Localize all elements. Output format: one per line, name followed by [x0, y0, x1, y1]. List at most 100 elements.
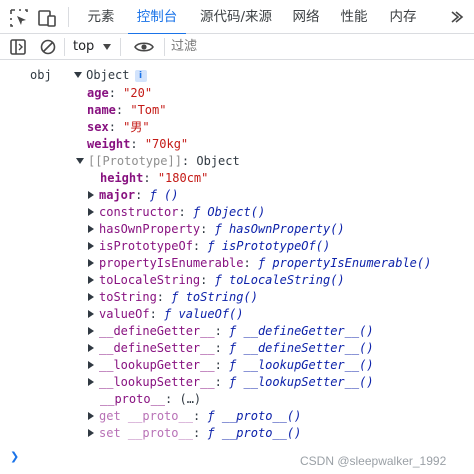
tab-elements[interactable]: 元素: [78, 0, 124, 34]
method-row[interactable]: __defineSetter__: ƒ __defineSetter__(): [88, 340, 374, 357]
property-value: "男": [123, 120, 150, 134]
expand-triangle-icon[interactable]: [88, 190, 94, 199]
tab-console[interactable]: 控制台: [128, 0, 186, 35]
console-output: obj Object i age: "20" name: "Tom" sex: "…: [0, 61, 474, 456]
method-key: __defineGetter__: [99, 324, 215, 338]
expand-triangle-icon[interactable]: [88, 275, 94, 284]
live-expression-eye-icon[interactable]: [133, 37, 155, 57]
expand-triangle-icon[interactable]: [88, 258, 94, 267]
setter-row[interactable]: set __proto__: ƒ __proto__(): [88, 425, 301, 442]
method-row[interactable]: __defineGetter__: ƒ __defineGetter__(): [88, 323, 374, 340]
expand-triangle-icon[interactable]: [88, 326, 94, 335]
method-row[interactable]: major: ƒ (): [88, 187, 178, 204]
expand-triangle-icon[interactable]: [74, 71, 83, 78]
method-value: ƒ __defineSetter__(): [229, 341, 374, 355]
expand-triangle-icon[interactable]: [88, 207, 94, 216]
getter-row[interactable]: get __proto__: ƒ __proto__(): [88, 408, 301, 425]
method-key: constructor: [99, 205, 179, 219]
filter-input[interactable]: [166, 37, 474, 57]
tab-memory[interactable]: 内存: [383, 0, 423, 34]
method-key: valueOf: [99, 307, 150, 321]
method-value: ƒ __lookupSetter__(): [229, 375, 374, 389]
method-row[interactable]: __lookupSetter__: ƒ __lookupSetter__(): [88, 374, 374, 391]
toolbar-divider: [64, 38, 65, 56]
console-object-header[interactable]: obj Object i: [30, 67, 147, 84]
property-value: "70kg": [144, 137, 189, 151]
method-value: ƒ hasOwnProperty(): [214, 222, 345, 236]
expand-triangle-icon[interactable]: [88, 428, 94, 437]
expand-triangle-icon[interactable]: [88, 241, 94, 250]
chevron-down-icon[interactable]: [103, 44, 111, 50]
method-value: ƒ valueOf(): [164, 307, 244, 321]
expand-triangle-icon[interactable]: [88, 224, 94, 233]
property-row: sex: "男": [87, 120, 150, 134]
prototype-row[interactable]: [[Prototype]]: Object: [76, 153, 240, 170]
method-row[interactable]: __lookupGetter__: ƒ __lookupGetter__(): [88, 357, 374, 374]
tab-sources[interactable]: 源代码/来源: [190, 0, 282, 34]
method-row[interactable]: constructor: ƒ Object(): [88, 204, 265, 221]
expand-triangle-icon[interactable]: [88, 411, 94, 420]
toolbar-divider: [68, 7, 69, 27]
property-key: height: [100, 171, 144, 185]
clear-console-icon[interactable]: [38, 37, 58, 57]
expand-triangle-icon[interactable]: [88, 377, 94, 386]
inspect-element-icon[interactable]: [8, 7, 30, 29]
method-value: ƒ toLocaleString(): [214, 273, 345, 287]
method-value: ƒ isPrototypeOf(): [207, 239, 331, 253]
method-value: ƒ Object(): [192, 205, 266, 219]
device-toolbar-icon[interactable]: [36, 7, 58, 29]
devtools-tab-bar: 元素 控制台 源代码/来源 网络 性能 内存: [0, 0, 474, 35]
method-row[interactable]: toLocaleString: ƒ toLocaleString(): [88, 272, 345, 289]
prototype-value: Object: [196, 154, 240, 168]
sidebar-toggle-icon[interactable]: [8, 37, 28, 57]
method-key: __lookupGetter__: [99, 358, 215, 372]
tab-performance[interactable]: 性能: [334, 0, 374, 34]
accessor-prefix: set: [99, 426, 121, 440]
method-key: toLocaleString: [99, 273, 201, 287]
method-key: __defineSetter__: [99, 341, 215, 355]
accessor-prefix: get: [99, 409, 121, 423]
toolbar-divider: [120, 38, 121, 56]
expand-triangle-icon[interactable]: [88, 309, 94, 318]
method-row[interactable]: propertyIsEnumerable: ƒ propertyIsEnumer…: [88, 255, 431, 272]
variable-name: obj: [30, 68, 52, 82]
more-tabs-icon[interactable]: [448, 9, 464, 25]
method-value: ƒ propertyIsEnumerable(): [257, 256, 432, 270]
method-value: ƒ __defineGetter__(): [229, 324, 374, 338]
method-key: hasOwnProperty: [99, 222, 201, 236]
method-row[interactable]: toString: ƒ toString(): [88, 289, 258, 306]
method-key: isPrototypeOf: [99, 239, 193, 253]
expand-triangle-icon[interactable]: [88, 343, 94, 352]
property-row: age: "20": [87, 86, 153, 100]
accessor-value: ƒ __proto__(): [207, 409, 302, 423]
method-row[interactable]: valueOf: ƒ valueOf(): [88, 306, 244, 323]
method-value: ƒ __lookupGetter__(): [229, 358, 374, 372]
console-prompt-chevron-icon[interactable]: ❯: [10, 450, 19, 463]
method-row[interactable]: hasOwnProperty: ƒ hasOwnProperty(): [88, 221, 345, 238]
accessor-key: __proto__: [127, 426, 193, 440]
property-row: height: "180cm": [100, 171, 209, 185]
expand-triangle-icon[interactable]: [76, 157, 84, 164]
property-key: age: [87, 86, 109, 100]
prototype-label: [[Prototype]]: [88, 154, 182, 168]
watermark: CSDN @sleepwalker_1992: [300, 454, 447, 468]
property-key: weight: [87, 137, 131, 151]
proto-key: __proto__: [100, 392, 166, 406]
expand-triangle-icon[interactable]: [88, 292, 94, 301]
method-key: toString: [99, 290, 157, 304]
proto-value[interactable]: (…): [179, 392, 201, 406]
property-key: sex: [87, 120, 109, 134]
expand-triangle-icon[interactable]: [88, 360, 94, 369]
method-key: major: [99, 188, 136, 202]
object-label: Object: [86, 68, 130, 82]
accessor-value: ƒ __proto__(): [207, 426, 302, 440]
property-key: name: [87, 103, 116, 117]
method-value: ƒ (): [149, 188, 179, 202]
tab-network[interactable]: 网络: [286, 0, 326, 34]
method-row[interactable]: isPrototypeOf: ƒ isPrototypeOf(): [88, 238, 330, 255]
property-value: "20": [123, 86, 153, 100]
proto-getter-row[interactable]: __proto__: (…): [100, 391, 201, 408]
context-selector[interactable]: top: [73, 38, 94, 56]
toolbar-divider: [164, 38, 165, 56]
info-icon[interactable]: i: [134, 69, 147, 82]
